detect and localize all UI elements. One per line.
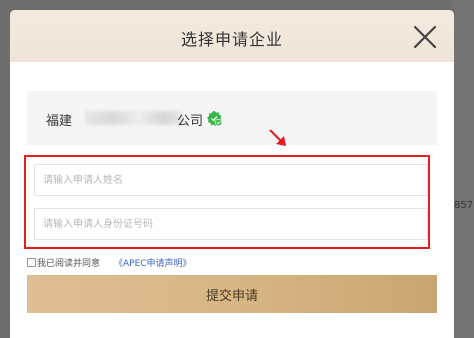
company-name-redacted: [85, 111, 183, 125]
dialog-header: 选择申请企业: [10, 10, 454, 62]
company-option[interactable]: 福建 公司: [27, 91, 437, 145]
company-name-prefix: 福建: [46, 114, 73, 129]
submit-application-button[interactable]: 提交申请: [27, 275, 437, 313]
company-name-suffix: 公司: [177, 114, 204, 129]
select-company-dialog: 选择申请企业 福建 公司 我已阅读并同意 《APEC申请声明》 提交申请: [10, 10, 454, 338]
agreement-text: 我已阅读并同意: [37, 259, 101, 269]
close-x-icon[interactable]: [410, 22, 440, 52]
applicant-id-number-input[interactable]: [34, 208, 428, 240]
apec-statement-link[interactable]: 《APEC申请声明》: [114, 256, 192, 269]
background-partial-text: 857: [454, 200, 474, 211]
background-page: 857: [452, 0, 474, 338]
agreement-checkbox[interactable]: [27, 258, 36, 267]
applicant-name-input[interactable]: [34, 164, 428, 196]
annotation-arrow-icon: [269, 129, 286, 146]
dialog-title: 选择申请企业: [180, 30, 283, 49]
verified-badge-icon: [207, 111, 223, 127]
